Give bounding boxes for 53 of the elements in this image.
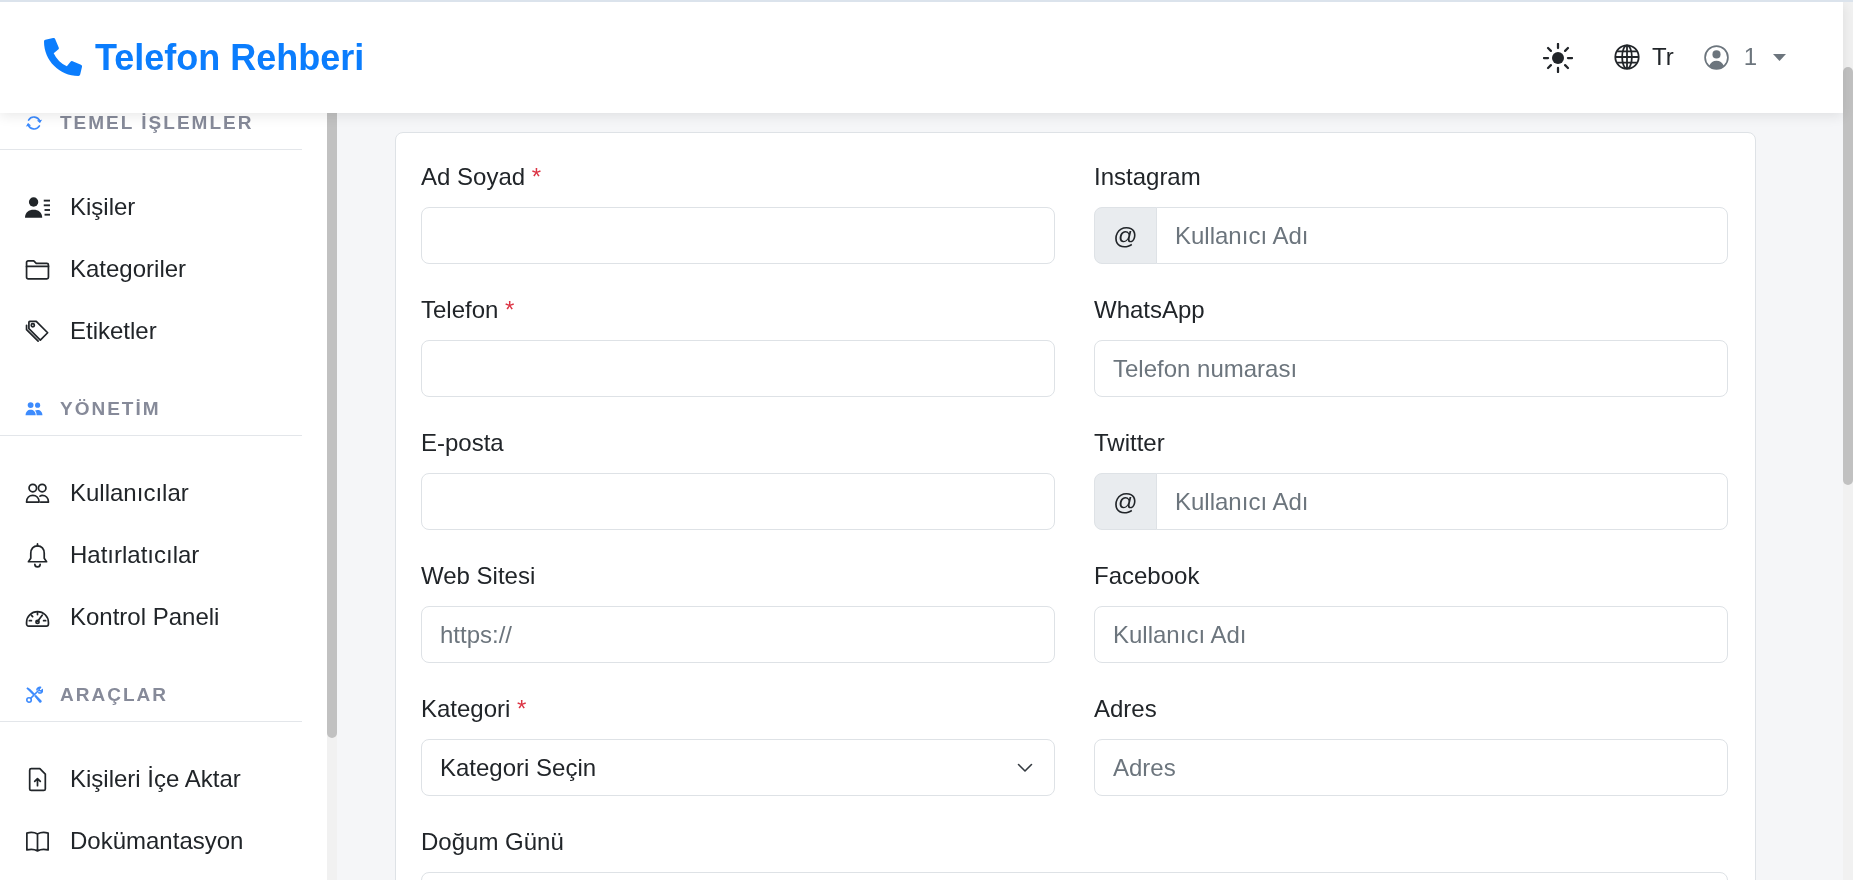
field-label: Kategori * (421, 694, 527, 724)
section-heading: TEMEL İŞLEMLER (60, 113, 254, 133)
sidebar-item[interactable]: Kişileri İçe Aktar (0, 748, 302, 810)
field-label: Telefon * (421, 295, 515, 325)
user-circle-icon (1703, 45, 1729, 70)
refresh-icon (25, 114, 43, 132)
user-menu-button[interactable]: 1 (1703, 43, 1786, 72)
tools-icon (25, 686, 43, 704)
scrollbar-thumb[interactable] (327, 113, 337, 738)
phone-icon (44, 38, 82, 77)
input-field[interactable]: Kullanıcı Adı (1156, 207, 1728, 264)
input-addon: @ (1094, 473, 1157, 530)
theme-toggle-button[interactable] (1542, 42, 1573, 73)
globe-icon (1613, 44, 1640, 71)
caret-icon (1773, 54, 1786, 61)
sidebar-item[interactable]: Kullanıcılar (0, 462, 302, 524)
sidebar-item[interactable]: Dokümantasyon (0, 810, 302, 872)
section-heading: YÖNETİM (60, 399, 161, 419)
person-list-icon (25, 194, 50, 220)
field-label: Ad Soyad * (421, 162, 542, 192)
people-icon (25, 480, 50, 506)
sidebar-item[interactable]: Hatırlatıcılar (0, 524, 302, 586)
sidebar-item[interactable]: Kontrol Paneli (0, 586, 302, 648)
scrollbar-thumb[interactable] (1843, 67, 1853, 485)
field-label: Twitter (1094, 428, 1165, 458)
people-icon (25, 400, 43, 418)
field-label: E-posta (421, 428, 504, 458)
input-field[interactable] (421, 340, 1055, 397)
input-field[interactable]: Adres (1094, 739, 1728, 796)
sidebar-item[interactable]: Etiketler (0, 300, 302, 362)
language-button[interactable]: Tr (1613, 43, 1674, 72)
tags-icon (25, 318, 50, 344)
field-label: Web Sitesi (421, 561, 536, 591)
sidebar-item[interactable]: Kişiler (0, 176, 302, 238)
field-label: Adres (1094, 694, 1157, 724)
select-field[interactable]: Kategori Seçin (421, 739, 1055, 796)
brand-link[interactable]: Telefon Rehberi (44, 36, 365, 79)
input-field[interactable]: Kullanıcı Adı (1156, 473, 1728, 530)
field-label: WhatsApp (1094, 295, 1205, 325)
field-label: Instagram (1094, 162, 1201, 192)
section-heading: ARAÇLAR (60, 685, 168, 705)
bell-icon (25, 542, 50, 568)
field-label: Doğum Günü (421, 827, 564, 857)
input-field[interactable] (421, 207, 1055, 264)
sun-icon (1542, 42, 1573, 73)
field-label: Facebook (1094, 561, 1200, 591)
input-field[interactable]: Kullanıcı Adı (1094, 606, 1728, 663)
input-field[interactable]: Telefon numarası (1094, 340, 1728, 397)
sidebar-item[interactable]: Kategoriler (0, 238, 302, 300)
input-field[interactable]: https:// (421, 606, 1055, 663)
chevron-down-icon (1017, 762, 1033, 773)
input-field[interactable] (421, 473, 1055, 530)
input-addon: @ (1094, 207, 1157, 264)
